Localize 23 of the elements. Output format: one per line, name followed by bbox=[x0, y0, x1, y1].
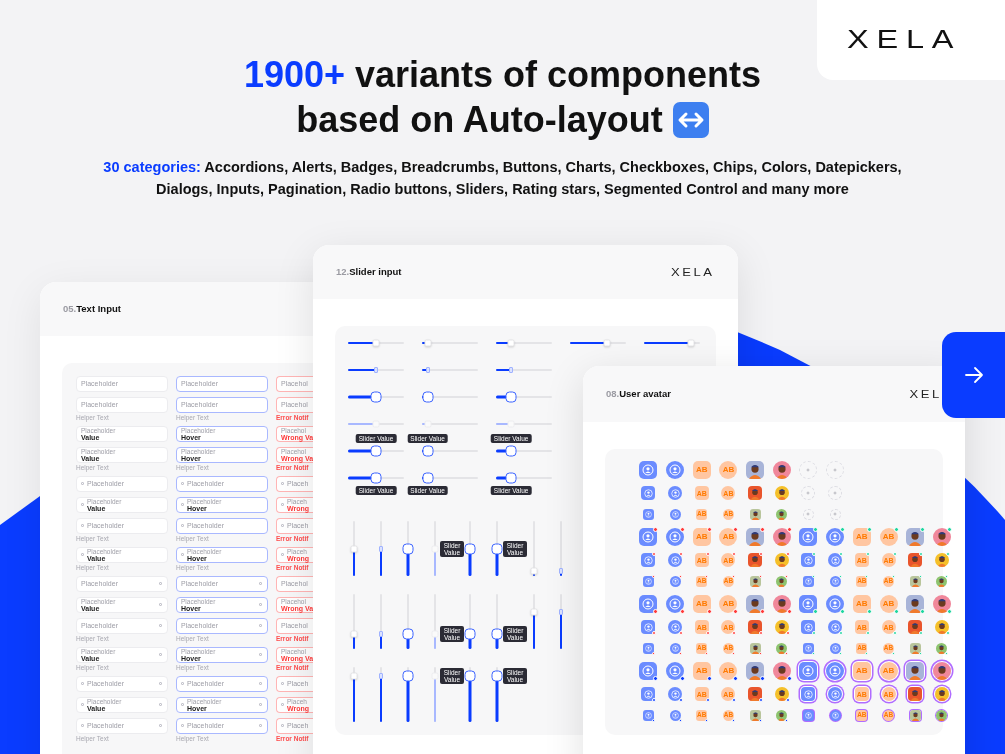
initials-avatar: AB bbox=[719, 460, 738, 479]
initials-avatar: AB bbox=[852, 661, 871, 680]
initials-avatar: AB bbox=[719, 661, 738, 680]
initials-avatar: AB bbox=[879, 594, 898, 613]
card-title: 08.User avatar bbox=[606, 386, 671, 401]
initials-avatar: AB bbox=[852, 594, 871, 613]
subtitle: 30 categories: Accordions, Alerts, Badges, Breadcrumbs, Buttons, Charts, Checkboxes, Chips, Colors, Datepickers, Dialogs, Inputs, Pagination, Radio buttons, Sliders, Rating stars, Segmented Control and many more bbox=[102, 158, 903, 199]
initials-avatar: AB bbox=[879, 661, 898, 680]
initials-avatar: AB bbox=[852, 527, 871, 546]
initials-avatar: AB bbox=[719, 594, 738, 613]
initials-avatar: AB bbox=[692, 527, 711, 546]
initials-avatar: AB bbox=[719, 527, 738, 546]
initials-avatar: AB bbox=[692, 460, 711, 479]
logo: XELA bbox=[671, 265, 715, 280]
logo: XEL bbox=[909, 387, 942, 402]
headline: based on Auto-layout bbox=[296, 98, 663, 142]
initials-avatar: AB bbox=[692, 661, 711, 680]
card-title: 05.Text Input bbox=[63, 301, 121, 316]
initials-avatar: AB bbox=[692, 594, 711, 613]
initials-avatar: AB bbox=[879, 527, 898, 546]
headline: 1900+ variants of components bbox=[243, 53, 762, 97]
card-title: 12.Slider input bbox=[336, 264, 402, 279]
logo: XELA bbox=[847, 24, 962, 56]
